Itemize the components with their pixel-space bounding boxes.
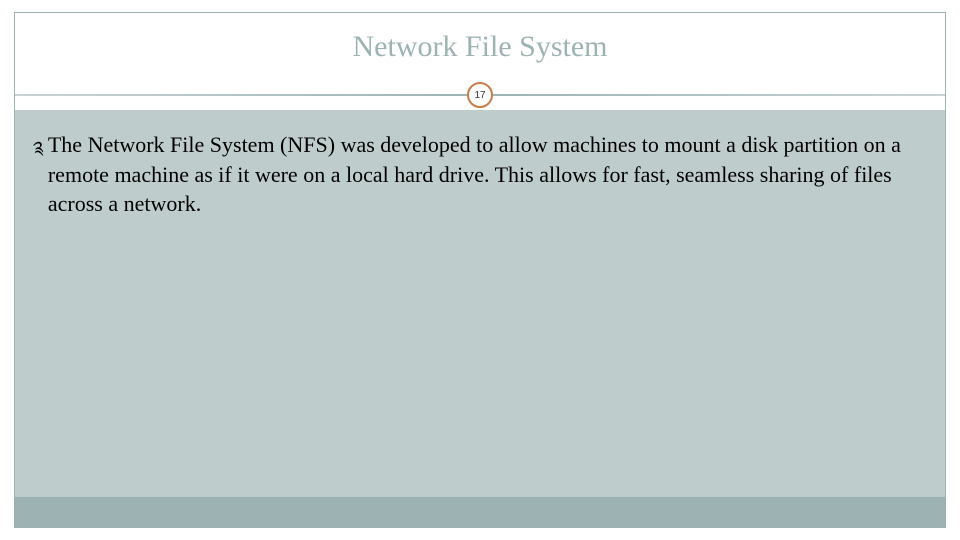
bullet-swirl-icon: ༉ bbox=[33, 136, 44, 160]
bullet-item: ༉ The Network File System (NFS) was deve… bbox=[33, 130, 927, 219]
bullet-text: The Network File System (NFS) was develo… bbox=[48, 130, 927, 219]
slide-number-badge: 17 bbox=[467, 82, 493, 108]
slide-number: 17 bbox=[474, 90, 485, 101]
content-area: ༉ The Network File System (NFS) was deve… bbox=[15, 110, 945, 527]
footer-bar bbox=[15, 497, 945, 527]
slide-title: Network File System bbox=[0, 30, 960, 64]
